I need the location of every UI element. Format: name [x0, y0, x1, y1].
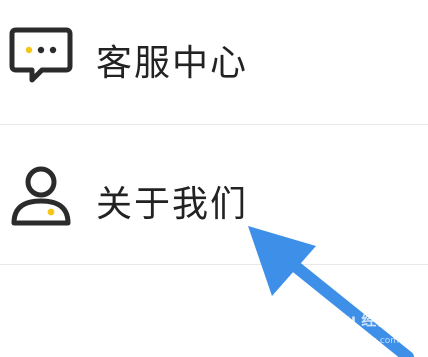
watermark-brand: Baidu 经验: [308, 311, 392, 329]
menu-list: 客服中心 关于我们: [0, 0, 428, 265]
chat-bubble-icon: [9, 27, 73, 83]
menu-item-label: 客服中心: [96, 43, 249, 84]
divider: [0, 264, 428, 265]
watermark-url: jingyan.baidu.com: [316, 336, 400, 346]
user-icon: [11, 166, 71, 226]
menu-item-about-us[interactable]: 关于我们: [0, 125, 428, 265]
menu-item-customer-service[interactable]: 客服中心: [0, 0, 428, 124]
menu-item-label: 关于我们: [96, 184, 249, 225]
